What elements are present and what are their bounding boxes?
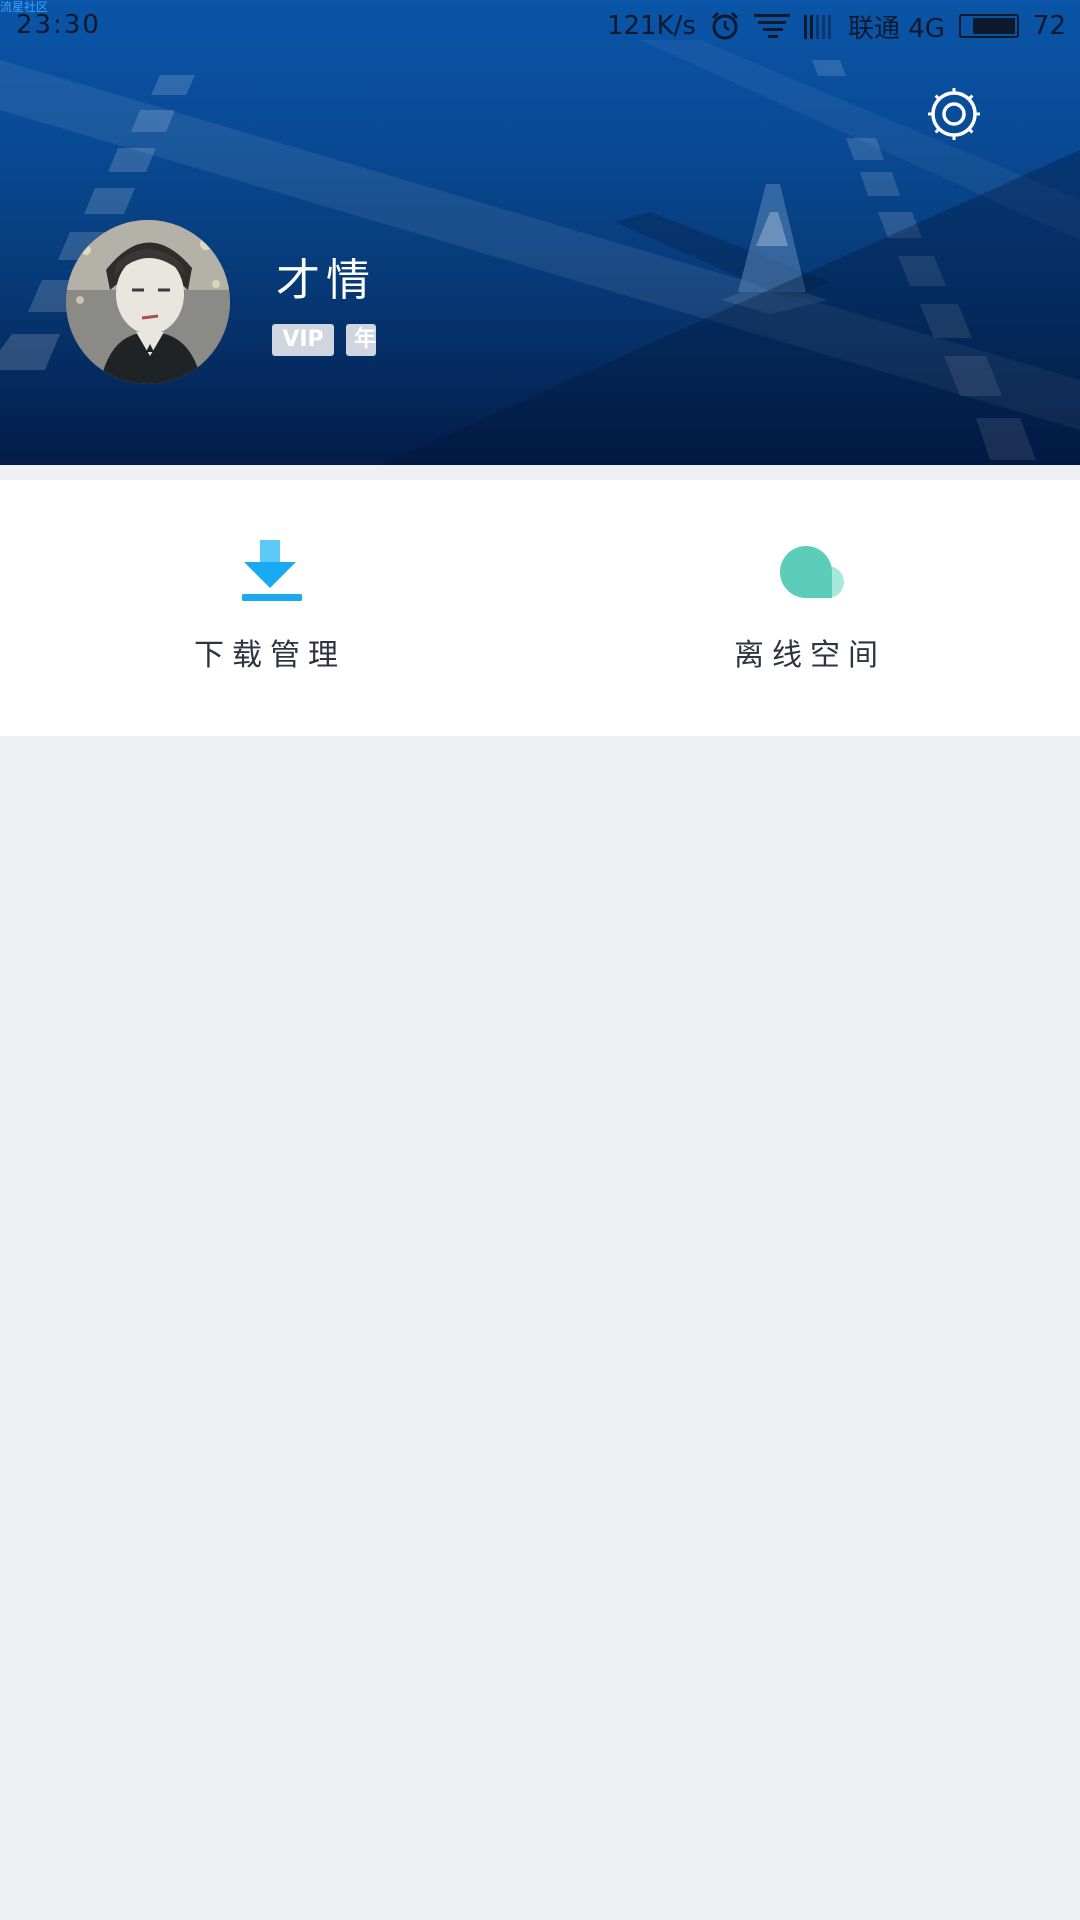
battery-icon (958, 14, 1019, 38)
avatar-image (66, 220, 230, 384)
net-speed: 121K/s (606, 11, 696, 41)
download-manager-label: 下载管理 (194, 638, 346, 673)
cloud-icon (780, 546, 844, 598)
status-bar: 23:30 121K/s 联通 4G 72 (0, 0, 1080, 52)
settings-button[interactable] (926, 86, 982, 142)
battery-level (972, 18, 1015, 34)
year-badge: 年 (346, 324, 376, 356)
carrier-label: 联通 4G (847, 13, 945, 44)
alarm-icon (710, 11, 740, 41)
avatar[interactable] (66, 220, 230, 384)
status-time: 23:30 (16, 10, 101, 40)
offline-space-button[interactable]: 离线空间 (540, 480, 1080, 736)
wifi-icon (753, 13, 790, 39)
signal-icon (803, 13, 834, 39)
status-indicators: 121K/s 联通 4G 72 (607, 8, 1066, 44)
download-icon (242, 540, 302, 601)
download-manager-button[interactable]: 下载管理 (0, 480, 540, 736)
settings-icon (928, 88, 980, 140)
battery-percent: 72 (1032, 11, 1066, 41)
quick-actions-panel: 下载管理 离线空间 (0, 480, 1080, 736)
watermark-text: 流星社区 (0, 0, 49, 14)
badge-group: VIP 年 (272, 324, 376, 356)
offline-space-label: 离线空间 (734, 638, 886, 673)
vip-badge: VIP (272, 324, 334, 356)
username: 才情 (276, 255, 376, 306)
